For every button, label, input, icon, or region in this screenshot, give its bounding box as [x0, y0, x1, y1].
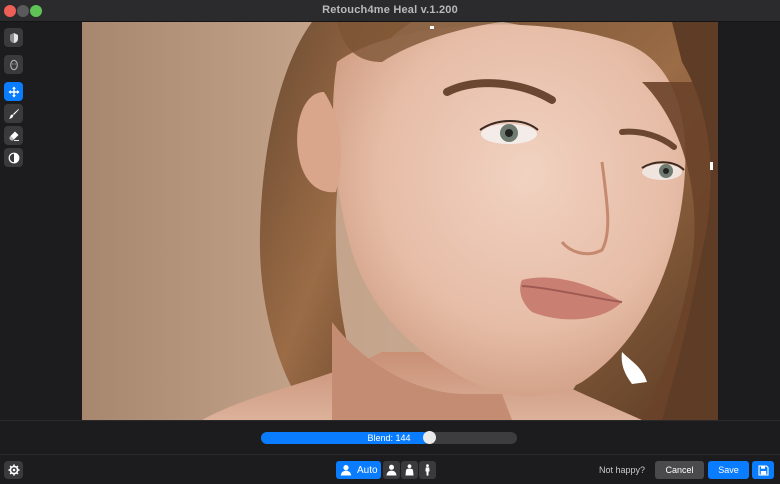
- move-icon: [8, 86, 19, 97]
- left-toolbar: [0, 22, 27, 420]
- title-bar: Retouch4me Heal v.1.200: [0, 0, 780, 22]
- compare-tool-button[interactable]: [4, 148, 23, 167]
- eraser-tool-button[interactable]: [4, 126, 23, 145]
- blend-slider[interactable]: Blend: 144: [261, 431, 517, 444]
- save-button[interactable]: Save: [708, 461, 749, 479]
- save-as-button[interactable]: [752, 461, 774, 479]
- brush-icon: [8, 108, 19, 119]
- bottom-bar: Auto Not happy? Cancel Save: [0, 454, 780, 484]
- image-canvas[interactable]: [27, 22, 780, 420]
- full-body-icon: [425, 464, 430, 476]
- move-tool-button[interactable]: [4, 82, 23, 101]
- mask-tool-button[interactable]: [4, 28, 23, 47]
- mode-half-body-button[interactable]: [401, 461, 418, 479]
- portrait-head-icon: [340, 465, 352, 476]
- compare-icon: [8, 152, 19, 163]
- blend-bar: Blend: 144: [0, 420, 780, 454]
- floppy-disk-icon: [757, 464, 769, 476]
- cancel-button[interactable]: Cancel: [655, 461, 704, 479]
- settings-button[interactable]: [4, 461, 23, 479]
- blend-slider-label: Blend: 144: [367, 433, 411, 443]
- face-tool-button[interactable]: [4, 55, 23, 74]
- face-icon: [9, 59, 18, 70]
- gear-icon: [8, 464, 19, 476]
- mode-auto-button[interactable]: Auto: [336, 461, 381, 479]
- portrait-image: [82, 22, 718, 420]
- brush-tool-button[interactable]: [4, 104, 23, 123]
- half-body-icon: [405, 464, 414, 476]
- mode-full-body-button[interactable]: [419, 461, 436, 479]
- mode-head-button[interactable]: [383, 461, 400, 479]
- mode-auto-label: Auto: [357, 464, 378, 476]
- portrait-photo[interactable]: [82, 22, 718, 420]
- app-window: Retouch4me Heal v.1.200 Blend: 144 Auto …: [0, 0, 780, 484]
- blend-slider-thumb[interactable]: [423, 431, 436, 444]
- eraser-icon: [9, 131, 19, 141]
- not-happy-link[interactable]: Not happy?: [599, 465, 645, 475]
- mask-icon: [9, 32, 18, 43]
- window-title: Retouch4me Heal v.1.200: [322, 4, 458, 16]
- head-shoulders-icon: [386, 464, 397, 476]
